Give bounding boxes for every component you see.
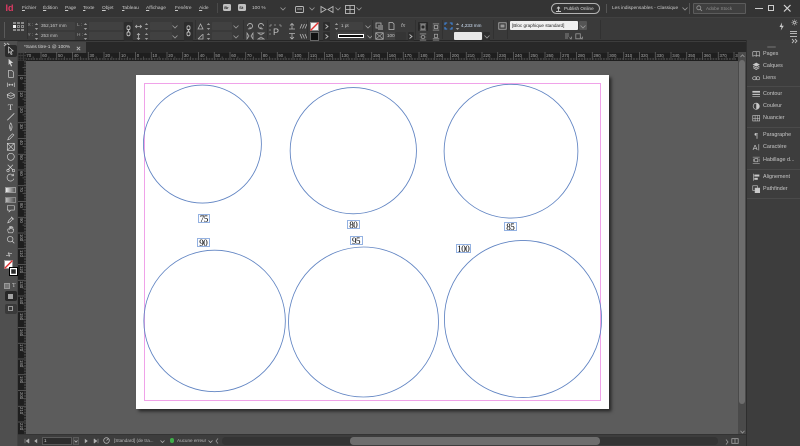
- svg-text:T: T: [7, 102, 13, 112]
- svg-text:P: P: [273, 27, 279, 37]
- svg-text:¶: ¶: [754, 131, 758, 140]
- svg-text:A: A: [752, 143, 757, 152]
